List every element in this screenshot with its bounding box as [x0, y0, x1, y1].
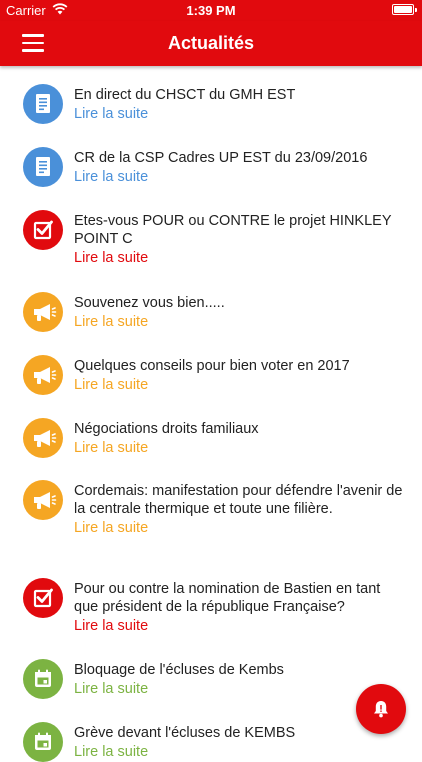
news-text-block: Quelques conseils pour bien voter en 201… — [74, 357, 404, 395]
news-title: Négociations droits familiaux — [74, 421, 259, 437]
news-text-block: CR de la CSP Cadres UP EST du 23/09/2016… — [74, 149, 404, 187]
read-more-link[interactable]: Lire la suite — [74, 518, 404, 538]
read-more-link[interactable]: Lire la suite — [74, 312, 404, 332]
notification-fab-button[interactable] — [356, 684, 406, 734]
calendar-icon — [23, 722, 63, 762]
vote-checkbox-icon — [23, 578, 63, 618]
read-more-link[interactable]: Lire la suite — [74, 742, 404, 762]
battery-icon — [392, 4, 417, 15]
megaphone-icon — [23, 480, 63, 520]
navigation-bar: Actualités — [0, 21, 422, 66]
read-more-link[interactable]: Lire la suite — [74, 104, 404, 124]
news-text-block: Etes-vous POUR ou CONTRE le projet HINKL… — [74, 212, 404, 268]
news-title: En direct du CHSCT du GMH EST — [74, 87, 296, 103]
news-title: Grève devant l'écluses de KEMBS — [74, 725, 296, 741]
megaphone-icon — [23, 355, 63, 395]
news-title: Cordemais: manifestation pour défendre l… — [74, 483, 403, 517]
news-title: Quelques conseils pour bien voter en 201… — [74, 358, 350, 374]
document-icon — [23, 84, 63, 124]
page-title: Actualités — [167, 33, 255, 53]
read-more-link[interactable]: Lire la suite — [74, 616, 404, 636]
news-text-block: Souvenez vous bien..... Lire la suite — [74, 294, 404, 332]
news-text-block: Bloquage de l'écluses de Kembs Lire la su… — [74, 661, 404, 699]
news-title: CR de la CSP Cadres UP EST du 23/09/2016 — [74, 150, 368, 166]
news-title: Souvenez vous bien..... — [74, 295, 225, 311]
vote-checkbox-icon — [23, 210, 63, 250]
news-text-block: Cordemais: manifestation pour défendre l… — [74, 482, 404, 538]
calendar-icon — [23, 659, 63, 699]
megaphone-icon — [23, 292, 63, 332]
news-title: Etes-vous POUR ou CONTRE le projet HINKL… — [74, 213, 392, 247]
news-title: Bloquage de l'écluses de Kembs — [74, 662, 284, 678]
read-more-link[interactable]: Lire la suite — [74, 679, 404, 699]
news-text-block: En direct du CHSCT du GMH EST Lire la sui… — [74, 86, 404, 124]
clock: 1:39 PM — [186, 3, 236, 18]
read-more-link[interactable]: Lire la suite — [74, 167, 404, 187]
megaphone-icon — [23, 418, 63, 458]
status-bar: Carrier 1:39 PM — [0, 0, 422, 21]
bell-alert-icon — [374, 701, 388, 718]
document-icon — [23, 147, 63, 187]
read-more-link[interactable]: Lire la suite — [74, 375, 404, 395]
news-title: Pour ou contre la nomination de Bastien … — [74, 581, 381, 615]
read-more-link[interactable]: Lire la suite — [74, 248, 404, 268]
news-text-block: Grève devant l'écluses de KEMBS Lire la s… — [74, 724, 404, 762]
news-text-block: Négociations droits familiaux Lire la sui… — [74, 420, 404, 458]
news-text-block: Pour ou contre la nomination de Bastien … — [74, 580, 404, 636]
read-more-link[interactable]: Lire la suite — [74, 438, 404, 458]
